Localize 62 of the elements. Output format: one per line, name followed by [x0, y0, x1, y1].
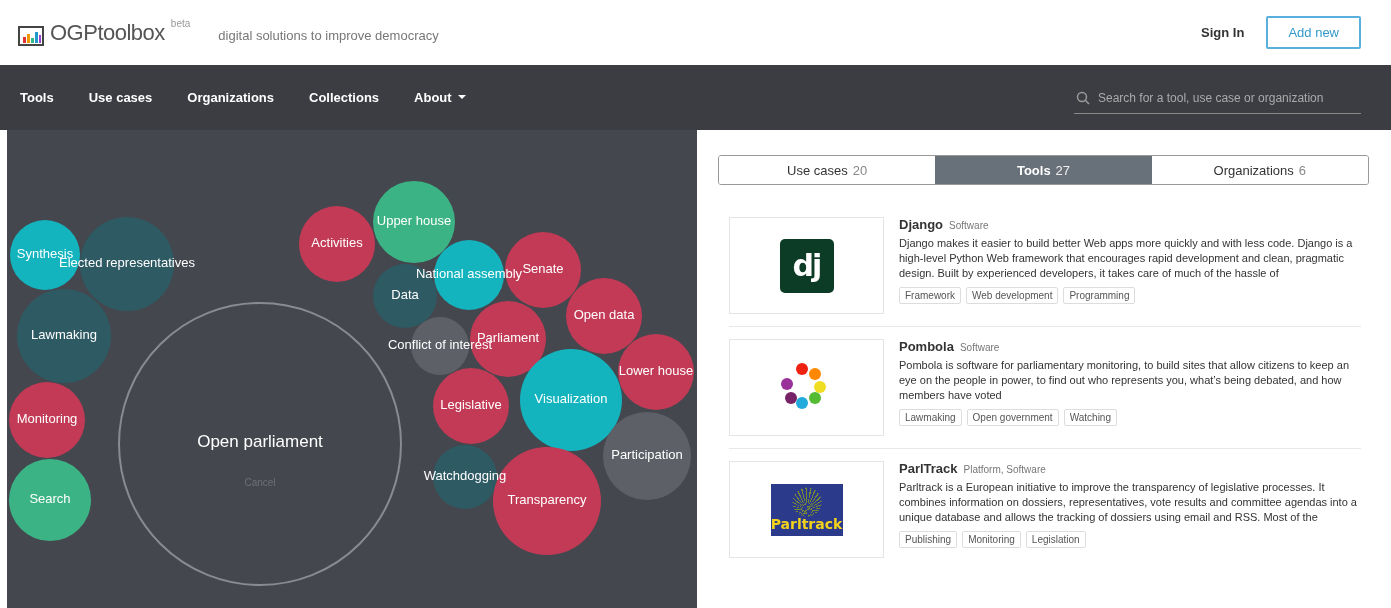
search-icon [1076, 91, 1090, 105]
bubble[interactable] [9, 382, 85, 458]
bubble-label: Lower house [618, 363, 694, 379]
bubble-label: Visualization [534, 391, 608, 407]
bubble[interactable] [433, 368, 509, 444]
django-logo: dj [779, 238, 834, 293]
tab[interactable]: Tools 27 [935, 156, 1152, 184]
logo-text[interactable]: OGPtoolbox [50, 19, 165, 46]
nav-link[interactable]: Collections [309, 90, 380, 105]
beta-label: beta [170, 17, 191, 29]
tab-count: 27 [1055, 162, 1071, 178]
bubble-label: Monitoring [16, 411, 78, 427]
nav-link[interactable]: Organizations [187, 90, 274, 105]
tool-name[interactable]: ParlTrack [899, 461, 958, 476]
bubble-label: Senate [522, 261, 564, 277]
logo-frame[interactable]: dj [729, 217, 884, 314]
tag-chip[interactable]: Watching [1063, 409, 1117, 426]
bubble-label: Lawmaking [31, 327, 97, 343]
tag-chip[interactable]: Framework [899, 287, 961, 304]
bubble-label: Data [391, 287, 419, 303]
logo-frame[interactable] [729, 339, 884, 436]
bubble[interactable] [299, 206, 375, 282]
tag-chip[interactable]: Lawmaking [899, 409, 962, 426]
bubble[interactable] [566, 278, 642, 354]
bubble-label: Open data [573, 307, 635, 323]
bubble[interactable] [603, 412, 691, 500]
tool-type: Platform, Software [963, 464, 1046, 475]
bubble-label: Upper house [376, 213, 452, 229]
bubble[interactable] [9, 459, 91, 541]
tool-name[interactable]: Pombola [899, 339, 954, 354]
nav-link[interactable]: Tools [20, 90, 54, 105]
bubble[interactable] [618, 334, 694, 410]
bubble-label: Participation [611, 447, 683, 463]
tag-chip[interactable]: Programming [1063, 287, 1136, 304]
tab-count: 6 [1298, 162, 1307, 178]
sign-in-link[interactable]: Sign In [1201, 25, 1245, 40]
logo-icon [18, 25, 44, 46]
bubble-label: Search [29, 491, 71, 507]
bubble[interactable] [373, 181, 455, 263]
bubble[interactable] [17, 289, 111, 383]
tab-count: 20 [852, 162, 868, 178]
bubble-label: Activities [311, 235, 363, 251]
nav-link[interactable]: About [414, 90, 466, 105]
parltrack-logo: Parltrack [770, 483, 843, 536]
tag-chip[interactable]: Open government [966, 409, 1059, 426]
tagline: digital solutions to improve democracy [218, 28, 439, 43]
center-label: Open parliament [197, 432, 323, 452]
tag-chip[interactable]: Web development [966, 287, 1059, 304]
bubble-label: Legislative [440, 397, 502, 413]
tag-chip[interactable]: Legislation [1025, 531, 1086, 548]
tool-description: Parltrack is a European initiative to improve the transparency of legislative processes. It combines information on dossiers, representatives, vote results and committee agendas into a unique database and allows the tracking of dossiers using email and RSS. Most of the [899, 480, 1358, 525]
logo-frame[interactable]: Parltrack [729, 461, 884, 558]
bubble-label: Transparency [507, 492, 587, 508]
tool-type: Software [959, 342, 1000, 353]
tool-description: Django makes it easier to build better Web apps more quickly and with less code. Django is a high-level Python Web framework that encourages rapid development and clean, pragmatic design. Built by experienced developers, it takes care of much of the hassle of [899, 236, 1354, 281]
tool-description: Pombola is software for parliamentary monitoring, to build sites that allow citizens to keep an eye on the people in power, to find out who represents you, what’s being debated, and how members have voted [899, 358, 1350, 403]
search-field[interactable]: Search for a tool, use case or organization [1074, 87, 1361, 114]
tool-type: Software [949, 220, 989, 231]
tag-chip[interactable]: Publishing [899, 531, 958, 548]
tag-chip[interactable]: Monitoring [962, 531, 1021, 548]
nav-link[interactable]: Use cases [88, 90, 153, 105]
tool-name[interactable]: Django [899, 217, 944, 232]
